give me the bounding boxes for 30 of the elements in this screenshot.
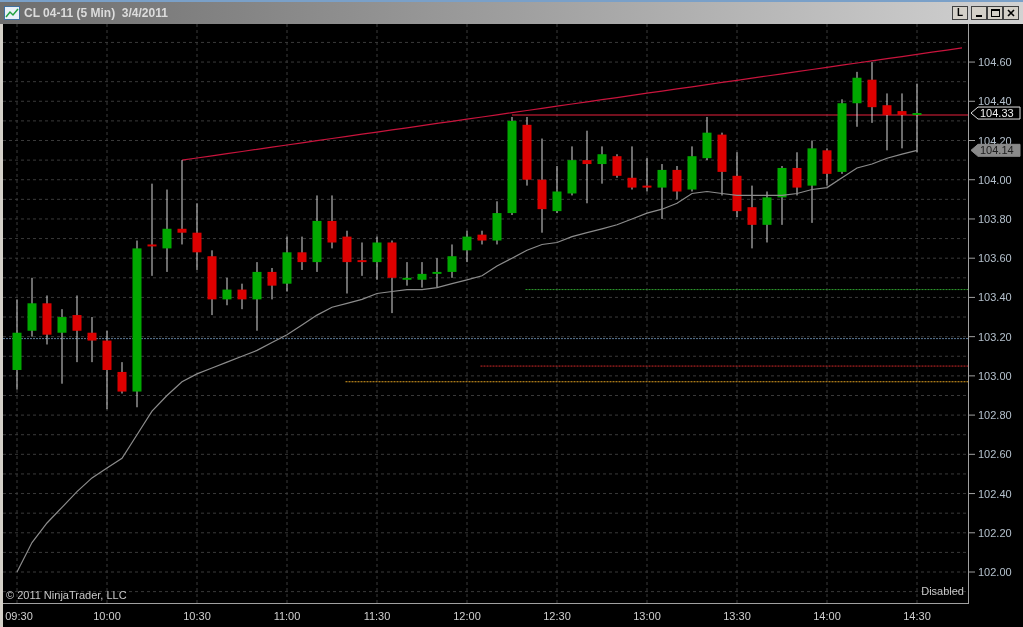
y-tick-label: 103.40 (978, 291, 1012, 304)
x-tick-label: 12:00 (453, 610, 481, 622)
y-tick-label: 102.20 (978, 526, 1012, 539)
x-tick-label: 13:00 (633, 610, 661, 622)
window-title: CL 04-11 (5 Min) 3/4/2011 (24, 5, 168, 22)
x-tick-label: 11:30 (363, 610, 391, 622)
x-tick-label: 10:00 (93, 610, 121, 622)
x-tick-label: 12:30 (543, 610, 571, 622)
y-tick-label: 104.00 (978, 173, 1012, 186)
x-tick-label: 09:30 (5, 610, 33, 622)
y-tick-label: 103.80 (978, 212, 1012, 225)
y-tick-label: 104.40 (978, 95, 1012, 108)
layout-button[interactable]: L (952, 6, 968, 20)
y-tick-label: 103.00 (978, 369, 1012, 382)
y-tick-label: 102.40 (978, 487, 1012, 500)
x-tick-label: 14:00 (813, 610, 841, 622)
y-tick-label: 102.60 (978, 448, 1012, 461)
copyright-text: © 2011 NinjaTrader, LLC (6, 589, 127, 601)
x-tick-label: 14:30 (903, 610, 931, 622)
y-tick-label: 104.60 (978, 56, 1012, 69)
price-marker: 104.14 (970, 143, 1021, 157)
y-tick-label: 102.00 (978, 566, 1012, 578)
x-tick-label: 10:30 (183, 610, 211, 622)
price-marker: 104.33 (970, 106, 1021, 120)
status-text: Disabled (921, 585, 964, 597)
y-tick-label: 103.20 (978, 330, 1012, 343)
x-tick-label: 11:00 (273, 610, 301, 622)
x-tick-label: 13:30 (723, 610, 751, 622)
y-tick-label: 103.60 (978, 252, 1012, 265)
y-tick-label: 102.80 (978, 409, 1012, 422)
